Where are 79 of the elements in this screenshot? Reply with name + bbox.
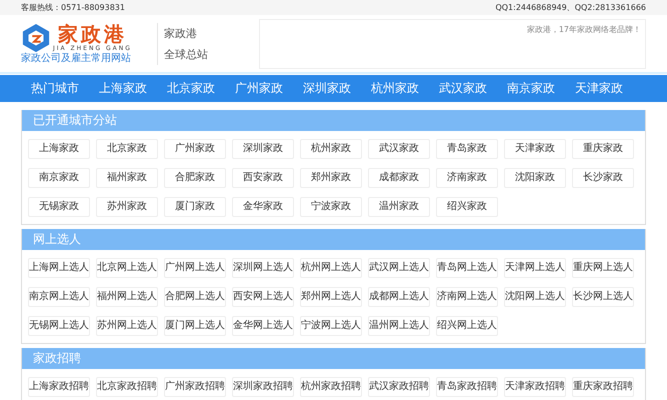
- city-link[interactable]: 南京网上选人: [28, 287, 90, 307]
- logo-title: 家政港: [58, 22, 127, 44]
- section-header: 家政招聘: [22, 348, 645, 369]
- city-link[interactable]: 温州家政: [368, 197, 430, 217]
- city-link[interactable]: 武汉网上选人: [368, 258, 430, 278]
- city-link[interactable]: 成都网上选人: [368, 287, 430, 307]
- city-link[interactable]: 福州网上选人: [96, 287, 158, 307]
- city-link[interactable]: 重庆网上选人: [572, 258, 634, 278]
- city-link[interactable]: 上海家政招聘: [28, 377, 90, 397]
- city-link[interactable]: 北京家政: [96, 139, 158, 159]
- city-link[interactable]: 深圳家政: [232, 139, 294, 159]
- section-header: 已开通城市分站: [22, 110, 645, 131]
- city-link[interactable]: 宁波网上选人: [300, 316, 362, 336]
- city-link[interactable]: 绍兴网上选人: [436, 316, 498, 336]
- city-link[interactable]: 青岛家政: [436, 139, 498, 159]
- city-link[interactable]: 广州家政招聘: [164, 377, 226, 397]
- city-link[interactable]: 温州网上选人: [368, 316, 430, 336]
- nav-item[interactable]: 北京家政: [157, 80, 225, 97]
- logo-icon: [21, 22, 51, 52]
- nav-item[interactable]: 热门城市: [21, 80, 89, 97]
- city-link[interactable]: 广州网上选人: [164, 258, 226, 278]
- city-link[interactable]: 郑州网上选人: [300, 287, 362, 307]
- city-link[interactable]: 福州家政: [96, 168, 158, 188]
- city-link[interactable]: 天津网上选人: [504, 258, 566, 278]
- nav-item[interactable]: 武汉家政: [429, 80, 497, 97]
- city-link[interactable]: 南京家政: [28, 168, 90, 188]
- city-link[interactable]: 武汉家政招聘: [368, 377, 430, 397]
- slogan-text: 家政港，17年家政网络老品牌！: [526, 24, 641, 34]
- city-link[interactable]: 重庆家政招聘: [572, 377, 634, 397]
- site-name: 家政港: [164, 26, 198, 40]
- city-link[interactable]: 金华网上选人: [232, 316, 294, 336]
- city-link[interactable]: 上海家政: [28, 139, 90, 159]
- nav-item[interactable]: 天津家政: [565, 80, 633, 97]
- city-link[interactable]: 厦门网上选人: [164, 316, 226, 336]
- city-link[interactable]: 苏州家政: [96, 197, 158, 217]
- city-link[interactable]: 天津家政: [504, 139, 566, 159]
- city-link[interactable]: 杭州家政: [300, 139, 362, 159]
- city-link[interactable]: 苏州网上选人: [96, 316, 158, 336]
- city-link[interactable]: 西安网上选人: [232, 287, 294, 307]
- city-link[interactable]: 深圳网上选人: [232, 258, 294, 278]
- city-link[interactable]: 青岛家政招聘: [436, 377, 498, 397]
- city-link[interactable]: 合肥网上选人: [164, 287, 226, 307]
- section-header: 网上选人: [22, 229, 645, 250]
- city-link[interactable]: 无锡网上选人: [28, 316, 90, 336]
- city-link[interactable]: 杭州网上选人: [300, 258, 362, 278]
- city-link[interactable]: 济南网上选人: [436, 287, 498, 307]
- city-link[interactable]: 绍兴家政: [436, 197, 498, 217]
- city-link[interactable]: 天津家政招聘: [504, 377, 566, 397]
- city-link[interactable]: 青岛网上选人: [436, 258, 498, 278]
- city-link[interactable]: 深圳家政招聘: [232, 377, 294, 397]
- logo-tagline: 家政公司及雇主常用网站: [21, 52, 132, 64]
- nav-item[interactable]: 深圳家政: [293, 80, 361, 97]
- nav-item[interactable]: 杭州家政: [361, 80, 429, 97]
- city-link[interactable]: 无锡家政: [28, 197, 90, 217]
- city-link[interactable]: 济南家政: [436, 168, 498, 188]
- nav-item[interactable]: 广州家政: [225, 80, 293, 97]
- city-link[interactable]: 合肥家政: [164, 168, 226, 188]
- city-link[interactable]: 杭州家政招聘: [300, 377, 362, 397]
- city-link[interactable]: 长沙网上选人: [572, 287, 634, 307]
- city-link[interactable]: 长沙家政: [572, 168, 634, 188]
- nav-item[interactable]: 南京家政: [497, 80, 565, 97]
- city-link[interactable]: 武汉家政: [368, 139, 430, 159]
- city-link[interactable]: 重庆家政: [572, 139, 634, 159]
- qq-text: QQ1:2446868949、QQ2:2813361666: [495, 2, 646, 13]
- city-link[interactable]: 郑州家政: [300, 168, 362, 188]
- city-link[interactable]: 西安家政: [232, 168, 294, 188]
- city-link[interactable]: 宁波家政: [300, 197, 362, 217]
- city-link[interactable]: 沈阳家政: [504, 168, 566, 188]
- nav-item[interactable]: 上海家政: [89, 80, 157, 97]
- city-link[interactable]: 北京网上选人: [96, 258, 158, 278]
- hotline-text: 客服热线：0571-88093831: [21, 2, 125, 13]
- city-link[interactable]: 成都家政: [368, 168, 430, 188]
- city-link[interactable]: 厦门家政: [164, 197, 226, 217]
- city-link[interactable]: 广州家政: [164, 139, 226, 159]
- city-link[interactable]: 北京家政招聘: [96, 377, 158, 397]
- city-link[interactable]: 上海网上选人: [28, 258, 90, 278]
- city-link[interactable]: 沈阳网上选人: [504, 287, 566, 307]
- city-link[interactable]: 金华家政: [232, 197, 294, 217]
- site-scope[interactable]: 全球总站: [164, 46, 254, 62]
